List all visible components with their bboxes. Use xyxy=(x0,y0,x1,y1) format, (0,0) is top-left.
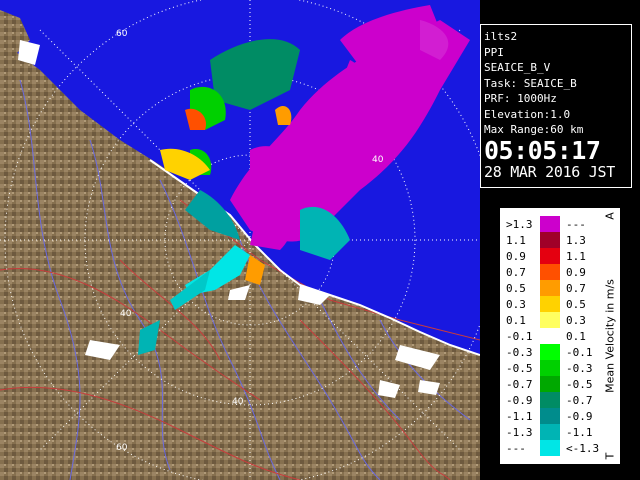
legend-row-lower: 0.7 xyxy=(506,266,526,279)
legend-row-upper: 0.3 xyxy=(566,314,586,327)
legend-swatch xyxy=(540,408,560,424)
legend-row: 0.1 0.3 xyxy=(500,312,600,328)
legend-bottom-marker: T xyxy=(603,452,617,460)
legend-row-lower: -0.3 xyxy=(506,346,533,359)
task-name: Task: SEAICE_B xyxy=(484,76,577,90)
legend-row-lower: -1.1 xyxy=(506,410,533,423)
legend-row-upper: 0.5 xyxy=(566,298,586,311)
legend-swatch xyxy=(540,344,560,360)
range-label-southwest: 60 xyxy=(116,443,128,453)
legend-swatch xyxy=(540,216,560,232)
legend-row-upper: -0.5 xyxy=(566,378,593,391)
legend-swatch xyxy=(540,232,560,248)
scan-info-panel: ilts2 PPI SEAICE_B_V Task: SEAICE_B PRF:… xyxy=(480,24,632,188)
range-label-north: 60 xyxy=(116,29,128,39)
legend-swatch xyxy=(540,264,560,280)
scan-date: 28 MAR 2016 JST xyxy=(484,162,615,181)
scan-type: PPI xyxy=(484,45,504,59)
legend-row-upper: 0.1 xyxy=(566,330,586,343)
legend-row-lower: -0.1 xyxy=(506,330,533,343)
legend-row-upper: 0.9 xyxy=(566,266,586,279)
legend-row: -1.3 -1.1 xyxy=(500,424,600,440)
legend-row-lower: 0.3 xyxy=(506,298,526,311)
radar-display[interactable]: 60 40 40 40 60 xyxy=(0,0,480,480)
legend-row-lower: -0.9 xyxy=(506,394,533,407)
legend-row-upper: -0.9 xyxy=(566,410,593,423)
legend-swatch xyxy=(540,440,560,456)
legend-row-upper: -0.3 xyxy=(566,362,593,375)
legend-row: -0.9 -0.7 xyxy=(500,392,600,408)
legend-row-upper: 1.3 xyxy=(566,234,586,247)
legend-row-lower: 0.1 xyxy=(506,314,526,327)
legend-row: -0.5 -0.3 xyxy=(500,360,600,376)
legend-row-upper: -0.1 xyxy=(566,346,593,359)
legend-swatch xyxy=(540,280,560,296)
legend-row-lower: -0.7 xyxy=(506,378,533,391)
legend-row: --- <-1.3 xyxy=(500,440,600,456)
legend-swatch xyxy=(540,312,560,328)
legend-row-lower: 0.9 xyxy=(506,250,526,263)
legend-row-upper: --- xyxy=(566,218,586,231)
legend-title-bar: A Mean Velocity in m/s T xyxy=(600,208,620,464)
scan-time: 05:05:17 xyxy=(484,135,601,165)
legend-row-upper: -0.7 xyxy=(566,394,593,407)
product-name: SEAICE_B_V xyxy=(484,61,551,74)
legend-row-upper: -1.1 xyxy=(566,426,593,439)
legend-row: -0.3 -0.1 xyxy=(500,344,600,360)
legend-swatch xyxy=(540,392,560,408)
legend-row-upper: 1.1 xyxy=(566,250,586,263)
legend-title: Mean Velocity in m/s xyxy=(603,279,617,393)
range-label-south: 40 xyxy=(232,397,244,407)
legend-swatch xyxy=(540,296,560,312)
radar-ppi-image: 60 40 40 40 60 xyxy=(0,0,480,480)
velocity-legend: >1.3 --- 1.1 1.3 0.9 1.1 0.7 0.9 0.5 0.7 0.3 0.5 0.1… xyxy=(500,208,620,464)
legend-swatch xyxy=(540,360,560,376)
prf-value: PRF: 1000Hz xyxy=(484,92,557,105)
legend-row: -0.7 -0.5 xyxy=(500,376,600,392)
legend-row-lower: 1.1 xyxy=(506,234,526,247)
elevation-value: Elevation:1.0 xyxy=(484,107,571,121)
legend-row-lower: -1.3 xyxy=(506,426,533,439)
legend-row-lower: --- xyxy=(506,442,526,455)
site-name: ilts2 xyxy=(484,30,518,43)
legend-row-lower: >1.3 xyxy=(506,218,533,231)
legend-row-upper: 0.7 xyxy=(566,282,586,295)
legend-top-marker: A xyxy=(603,212,617,220)
range-label-east: 40 xyxy=(372,155,384,165)
legend-row-upper: <-1.3 xyxy=(566,442,600,455)
legend-swatch xyxy=(540,376,560,392)
legend-row: 0.7 0.9 xyxy=(500,264,600,280)
legend-row-lower: 0.5 xyxy=(506,282,526,295)
legend-row: >1.3 --- xyxy=(500,216,600,232)
legend-row: -0.1 0.1 xyxy=(500,328,600,344)
legend-row: -1.1 -0.9 xyxy=(500,408,600,424)
legend-row: 0.3 0.5 xyxy=(500,296,600,312)
legend-swatch xyxy=(540,248,560,264)
legend-row: 0.5 0.7 xyxy=(500,280,600,296)
range-label-west: 40 xyxy=(120,309,132,319)
legend-row: 1.1 1.3 xyxy=(500,232,600,248)
legend-row-lower: -0.5 xyxy=(506,362,533,375)
legend-swatch xyxy=(540,424,560,440)
legend-row: 0.9 1.1 xyxy=(500,248,600,264)
legend-swatch xyxy=(540,328,560,344)
